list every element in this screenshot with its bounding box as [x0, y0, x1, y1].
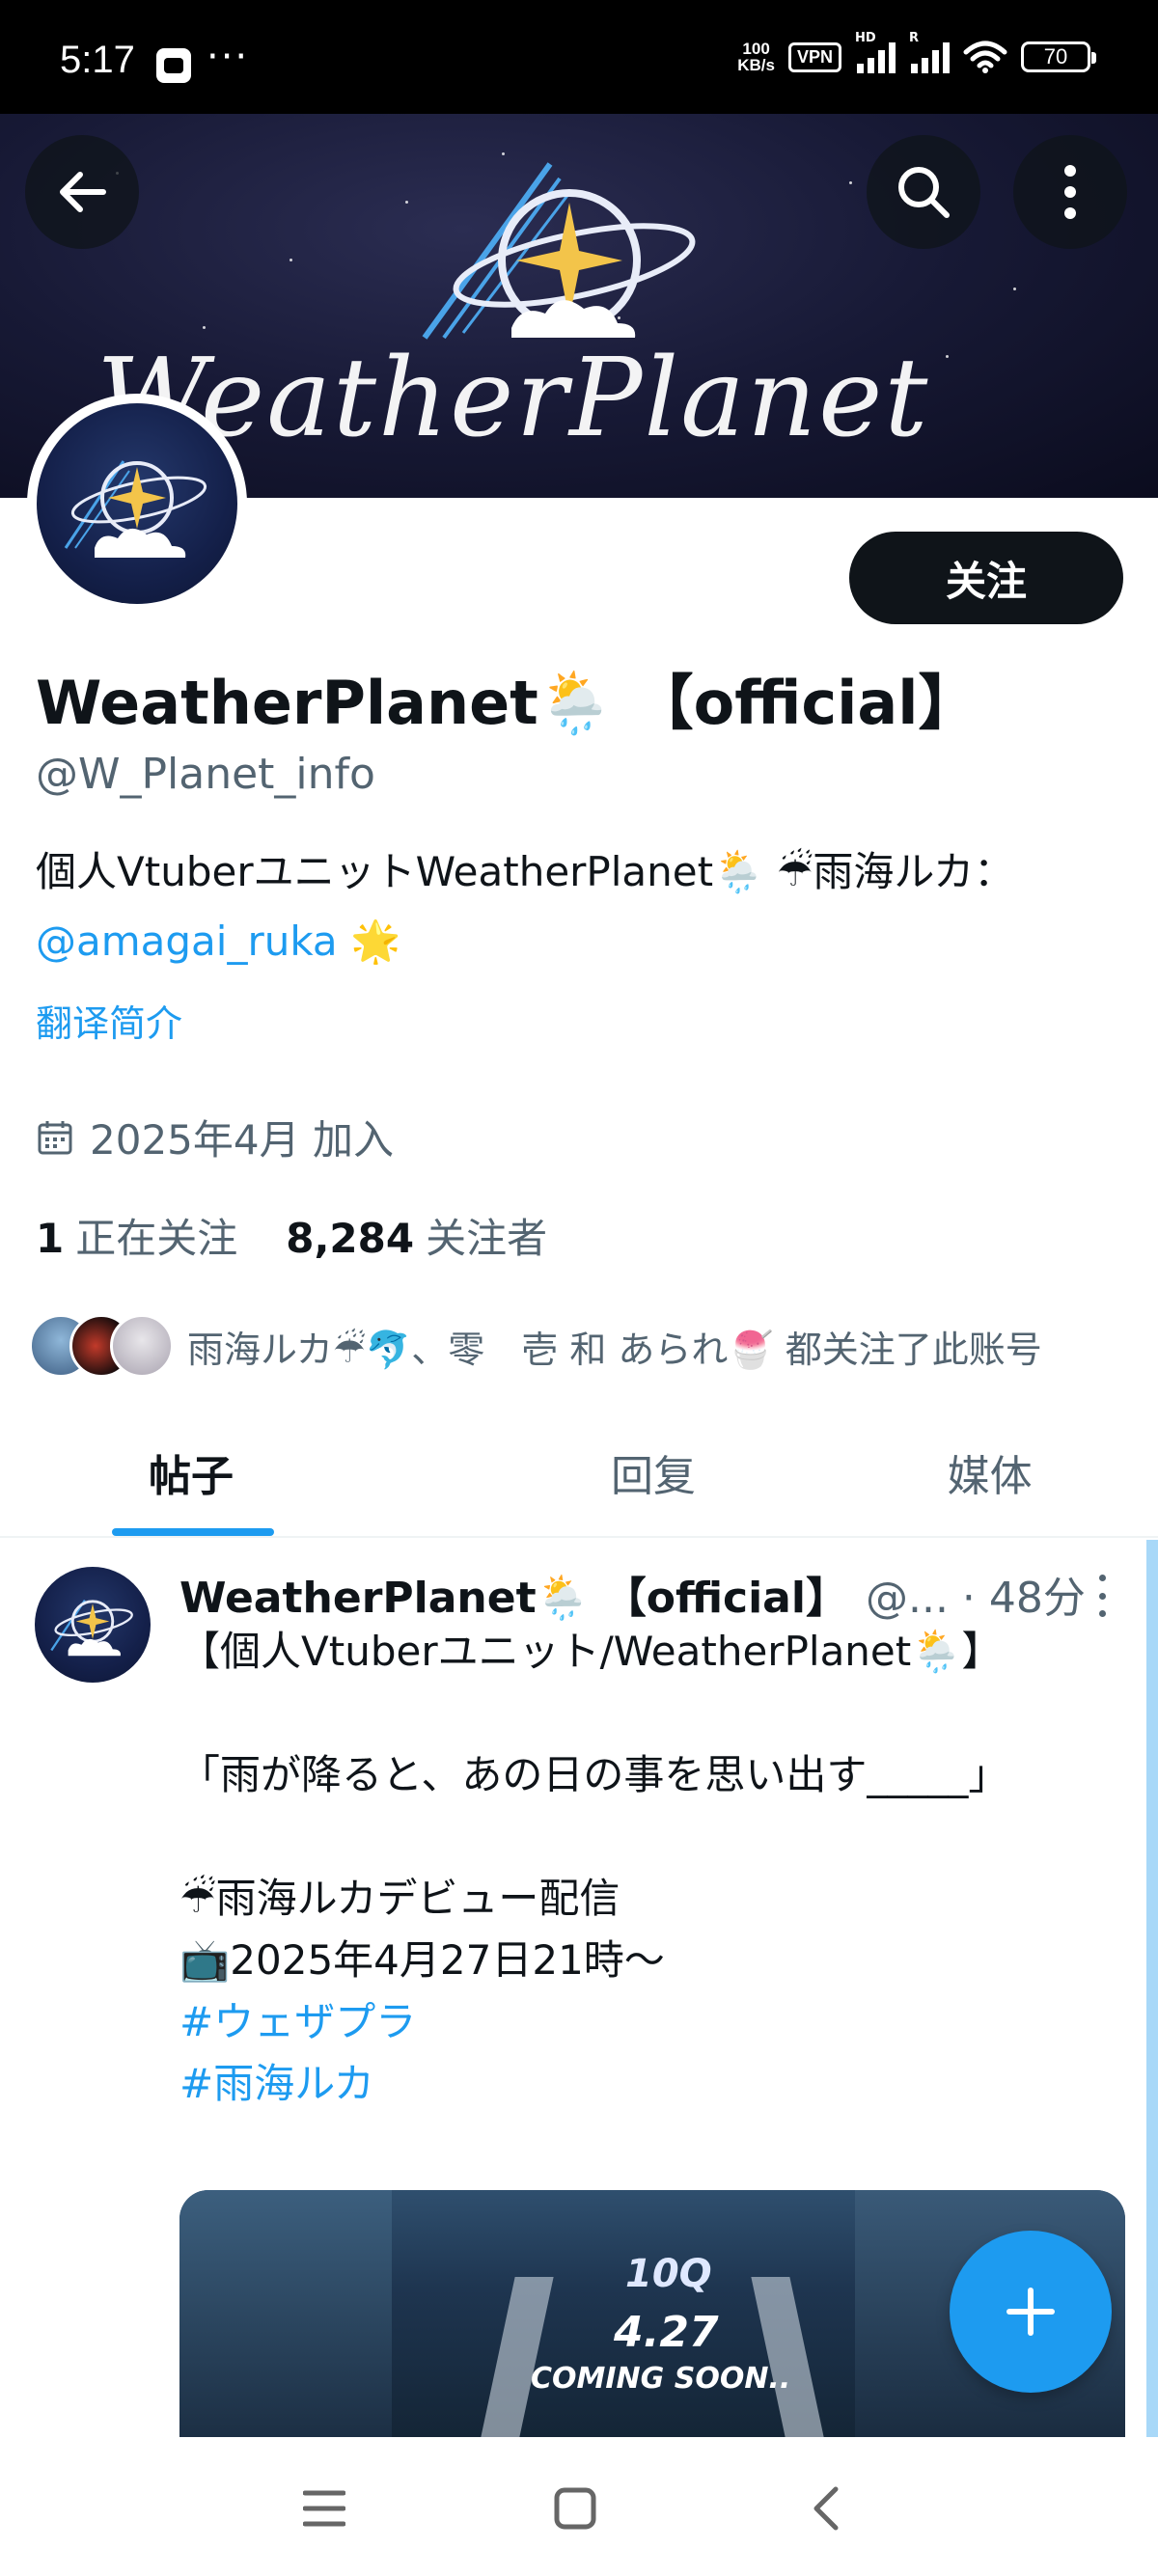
back-button[interactable]	[25, 135, 139, 249]
recents-button[interactable]	[295, 2480, 353, 2537]
tweet-avatar[interactable]	[35, 1567, 151, 1683]
tab-posts[interactable]: 帖子	[0, 1409, 485, 1536]
speed-unit: KB/s	[737, 56, 775, 74]
bio-emoji: 🌟	[350, 918, 401, 965]
bio-text: 個人VtuberユニットWeatherPlanet🌦️ ☔雨海ルカ：	[36, 848, 1015, 895]
tweet-body: 【個人Vtuberユニット/WeatherPlanet🌦️】 「雨が降ると、あの…	[179, 1621, 1125, 2115]
plus-icon	[1006, 2288, 1055, 2336]
more-options-button[interactable]	[1013, 135, 1127, 249]
display-name: WeatherPlanet🌦️ 【official】	[36, 668, 979, 738]
home-button[interactable]	[546, 2480, 604, 2537]
speed-value: 100	[742, 40, 770, 58]
vpn-badge: VPN	[787, 41, 841, 72]
followed-by-row[interactable]: 雨海ルカ☔🐬、零 壱 和 あられ🍧 都关注了此账号	[29, 1314, 1042, 1378]
sim2-label: R	[909, 31, 920, 45]
more-vertical-icon	[1064, 165, 1076, 219]
join-date-text: 2025年4月 加入	[90, 1116, 394, 1164]
menu-icon	[303, 2490, 345, 2527]
signal-icon: HD	[855, 31, 896, 73]
media-coming-soon: COMING SOON..	[531, 2362, 791, 2396]
profile-tabs: 帖子 回复 媒体	[0, 1409, 1158, 1538]
hashtag-link[interactable]: #ウェザプラ	[179, 1998, 416, 2045]
tab-replies[interactable]: 回复	[485, 1409, 822, 1536]
followed-by-text: 雨海ルカ☔🐬、零 壱 和 あられ🍧 都关注了此账号	[187, 1328, 1042, 1371]
following-label: 正在关注	[75, 1215, 238, 1262]
follow-counts: 1 正在关注 8,284 关注者	[36, 1206, 547, 1265]
wifi-icon	[963, 41, 1007, 73]
compose-button[interactable]	[950, 2231, 1112, 2393]
system-back-button[interactable]	[797, 2480, 855, 2537]
signal-icon-2: R	[909, 31, 950, 73]
media-logo: 10Q	[625, 2252, 712, 2296]
calendar-icon	[38, 1120, 72, 1154]
sim1-label: HD	[855, 31, 876, 45]
scroll-indicator	[1146, 1540, 1158, 2437]
hashtag-link[interactable]: #雨海ルカ	[179, 2060, 374, 2107]
status-bar: 5:17 ··· 100 KB/s VPN HD R 70	[0, 0, 1158, 114]
followers-link[interactable]: 8,284 关注者	[286, 1206, 547, 1265]
arrow-left-icon	[60, 172, 106, 212]
search-button[interactable]	[867, 135, 980, 249]
join-date: 2025年4月 加入	[36, 1108, 394, 1166]
chevron-left-icon	[813, 2486, 839, 2531]
status-more-icon: ···	[207, 35, 250, 79]
search-icon	[898, 167, 950, 218]
following-link[interactable]: 1 正在关注	[36, 1206, 237, 1265]
tweet-more-icon[interactable]	[1092, 1575, 1112, 1617]
user-handle: @W_Planet_info	[36, 750, 375, 799]
tweet-header: WeatherPlanet🌦️ 【official】 @... · 48分	[179, 1563, 1106, 1625]
translate-bio-link[interactable]: 翻译简介	[36, 994, 182, 1047]
tweet-author-name[interactable]: WeatherPlanet🌦️ 【official】	[179, 1563, 848, 1625]
battery-icon: 70	[1021, 41, 1096, 72]
status-time: 5:17	[60, 39, 135, 81]
tab-media[interactable]: 媒体	[821, 1409, 1158, 1536]
follow-button[interactable]: 关注	[849, 532, 1123, 624]
avatar-image	[37, 403, 237, 604]
profile-avatar[interactable]	[27, 394, 247, 614]
followers-label: 关注者	[426, 1215, 548, 1262]
app-notification-icon	[156, 48, 191, 83]
tweet-meta: @... · 48分	[865, 1574, 1086, 1623]
system-nav-bar	[0, 2437, 1158, 2576]
following-count: 1	[36, 1215, 65, 1262]
avatar	[110, 1314, 174, 1378]
media-date: 4.27	[614, 2308, 719, 2357]
tweet-text: 【個人Vtuberユニット/WeatherPlanet🌦️】 「雨が降ると、あの…	[179, 1628, 1009, 1984]
bio-mention-link[interactable]: @amagai_ruka	[36, 918, 338, 965]
profile-bio: 個人VtuberユニットWeatherPlanet🌦️ ☔雨海ルカ： @amag…	[36, 837, 1107, 976]
square-icon	[554, 2487, 596, 2530]
network-speed: 100 KB/s	[737, 41, 775, 73]
followers-count: 8,284	[286, 1215, 415, 1262]
